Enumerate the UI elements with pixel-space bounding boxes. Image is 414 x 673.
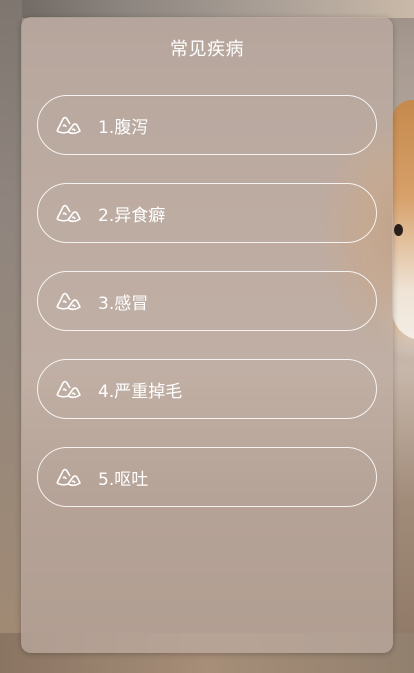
paw-icon [54,199,82,227]
paw-icon [54,111,82,139]
background-dog-eye [394,224,403,236]
disease-item-label: 4.严重掉毛 [98,381,183,402]
background-left-strip [0,0,22,673]
background-top-strip [0,0,414,18]
disease-item-1[interactable]: 1.腹泻 [37,95,377,155]
disease-item-label: 1.腹泻 [98,117,149,138]
disease-item-2[interactable]: 2.异食癖 [37,183,377,243]
disease-item-5[interactable]: 5.呕吐 [37,447,377,507]
paw-icon [54,287,82,315]
disease-item-label: 5.呕吐 [98,469,149,490]
background-dog [392,100,414,340]
disease-item-label: 2.异食癖 [98,205,166,226]
disease-panel: 常见疾病 1.腹泻 2.异食癖 3.感冒 4.严重掉毛 5.呕吐 [21,17,393,653]
paw-icon [54,375,82,403]
panel-title: 常见疾病 [170,39,244,60]
paw-icon [54,463,82,491]
disease-item-3[interactable]: 3.感冒 [37,271,377,331]
disease-item-4[interactable]: 4.严重掉毛 [37,359,377,419]
disease-item-label: 3.感冒 [98,293,149,314]
